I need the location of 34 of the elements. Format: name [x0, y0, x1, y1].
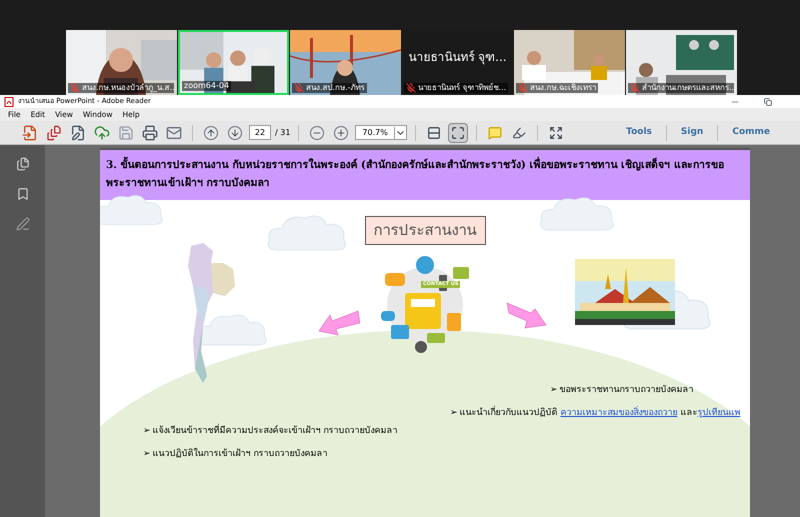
- participant-display-name: นายธานินทร์ จุฑ...: [408, 48, 507, 66]
- bullet-marker: ➢: [143, 424, 151, 436]
- right-arrow-icon: [505, 300, 547, 330]
- caret-icon[interactable]: [394, 126, 406, 138]
- link[interactable]: ความเหมาะสมของสิ่งของถวาย: [560, 408, 678, 418]
- bookmark-icon[interactable]: [16, 187, 30, 201]
- signature-icon[interactable]: [16, 217, 30, 231]
- bullet-text: แนะนำเกี่ยวกับแนวปฏิบัติ ความเหมาะสมของสิ่งของถวาย และรูปเทียนแพ: [460, 406, 740, 418]
- panel-tab[interactable]: Sign: [670, 126, 714, 140]
- pages-icon[interactable]: [16, 157, 30, 171]
- bullet-marker: ➢: [143, 448, 151, 460]
- panel-tab[interactable]: Tools: [616, 126, 662, 140]
- restore-icon[interactable]: [764, 98, 772, 106]
- participant-name: นายธานินทร์ จุฑาทิพย์ช...: [418, 83, 506, 93]
- video-tile[interactable]: สนง.สป.กษ.-ภัทร: [290, 30, 401, 95]
- link[interactable]: รูปเทียนแพ: [697, 408, 740, 418]
- page-total: / 31: [275, 126, 290, 138]
- bullet-marker: ➢: [550, 384, 558, 396]
- page-number-field[interactable]: 22: [249, 125, 271, 140]
- video-tile[interactable]: zoom64-04: [178, 30, 289, 95]
- zoom-dropdown[interactable]: 70.7%: [355, 125, 407, 140]
- bullet-text: แนวปฏิบัติในการเข้าเฝ้าฯ กราบถวายบังคมลา: [152, 448, 328, 460]
- participant-name: zoom64-04: [184, 81, 230, 91]
- print-button[interactable]: [140, 122, 160, 142]
- bullet-text: แจ้งเวียนข้าราชที่มีความประสงค์จะเข้าเฝ้าฯ กราบถวายบังคมลา: [152, 424, 398, 436]
- participant-name: สนง.กษ.ฉะเชิงเทรา: [530, 83, 596, 93]
- slide-title: 3. ขั้นตอนการประสานงาน กับหน่วยราชการในพระองค์ (สำนักองครักษ์และสำนักพระราชวัง) เพื่อขอพระราชทาน เชิญเสด็จฯ และการขอพระราชทานเข้าเฝ้าฯ กราบบังคมลา: [106, 156, 744, 192]
- heading-label: การประสานงาน: [364, 216, 486, 244]
- video-tile[interactable]: สนง.กษ.ฉะเชิงเทรา: [514, 30, 625, 95]
- panel-tab[interactable]: Comme: [722, 126, 780, 140]
- participant-name: สนง.สป.กษ.-ภัทร: [306, 83, 365, 93]
- left-arrow-icon: [318, 308, 360, 336]
- bullet-text: ขอพระราชทานกราบถวายบังคมลา: [560, 384, 694, 396]
- bullet-marker: ➢: [450, 406, 458, 418]
